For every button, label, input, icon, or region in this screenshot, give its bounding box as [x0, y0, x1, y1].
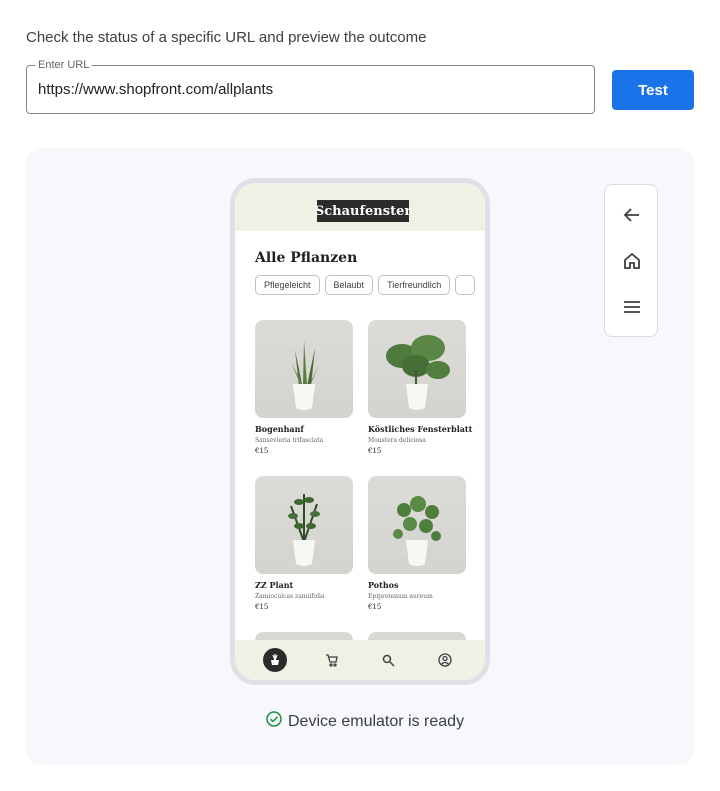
product-name: Bogenhanf	[255, 424, 304, 434]
chip-pflegeleicht[interactable]: Pflegeleicht	[255, 275, 320, 295]
chip-overflow[interactable]	[455, 275, 476, 295]
store-logo-icon[interactable]	[263, 648, 288, 672]
cart-icon[interactable]	[320, 648, 344, 672]
monstera-plant-icon	[386, 335, 450, 410]
url-input[interactable]: Enter URL https://www.shopfront.com/allp…	[26, 58, 595, 114]
test-button[interactable]: Test	[612, 70, 694, 110]
product-name: Pothos	[368, 580, 399, 590]
device-emulator[interactable]: Schaufenster Alle Pflanzen Pflegeleicht …	[230, 178, 490, 685]
product-card[interactable]: Bogenhanf Sansevieria trifasciata €15	[255, 320, 353, 455]
emulator-status: Device emulator is ready	[266, 711, 464, 732]
pothos-plant-image	[368, 476, 466, 574]
product-scientific-name: Epipremnum aureum	[368, 593, 433, 600]
product-name: Köstliches Fensterblatt	[368, 424, 473, 434]
product-scientific-name: Sansevieria trifasciata	[255, 437, 324, 444]
monstera-plant-image	[368, 320, 466, 418]
brand-logo[interactable]: Schaufenster	[315, 200, 411, 222]
home-icon[interactable]	[620, 249, 644, 273]
product-price: €15	[368, 603, 382, 611]
menu-icon[interactable]	[620, 295, 644, 319]
product-price: €15	[255, 603, 269, 611]
status-text: Device emulator is ready	[288, 712, 465, 730]
phone-header: Schaufenster	[235, 183, 485, 231]
snake-plant-icon	[291, 340, 319, 410]
back-arrow-icon[interactable]	[620, 203, 644, 227]
search-icon[interactable]	[376, 648, 400, 672]
product-name: ZZ Plant	[255, 580, 294, 590]
url-input-label: Enter URL	[35, 58, 93, 72]
check-circle-icon	[266, 711, 282, 732]
product-scientific-name: Monstera deliciosa	[368, 437, 426, 444]
url-input-value[interactable]: https://www.shopfront.com/allplants	[38, 81, 273, 98]
instruction-text: Check the status of a specific URL and p…	[26, 29, 427, 46]
product-scientific-name: Zamioculcas zamiifolia	[255, 593, 325, 600]
zz-plant-icon	[288, 494, 320, 566]
chip-belaubt[interactable]: Belaubt	[324, 275, 374, 295]
product-price: €15	[255, 447, 269, 455]
product-card[interactable]: Pothos Epipremnum aureum €15	[368, 476, 466, 611]
filter-chips: Pflegeleicht Belaubt Tierfreundlich	[255, 275, 476, 295]
product-card[interactable]: ZZ Plant Zamioculcas zamiifolia €15	[255, 476, 353, 611]
emulator-controls	[604, 184, 658, 337]
account-icon[interactable]	[433, 648, 457, 672]
page-title: Alle Pflanzen	[255, 250, 358, 266]
zz-plant-image	[255, 476, 353, 574]
chip-tierfreundlich[interactable]: Tierfreundlich	[378, 275, 451, 295]
product-card[interactable]: Köstliches Fensterblatt Monstera delicio…	[368, 320, 473, 455]
pothos-plant-icon	[393, 496, 441, 566]
bottom-navigation	[235, 640, 485, 680]
product-price: €15	[368, 447, 382, 455]
snake-plant-image	[255, 320, 353, 418]
